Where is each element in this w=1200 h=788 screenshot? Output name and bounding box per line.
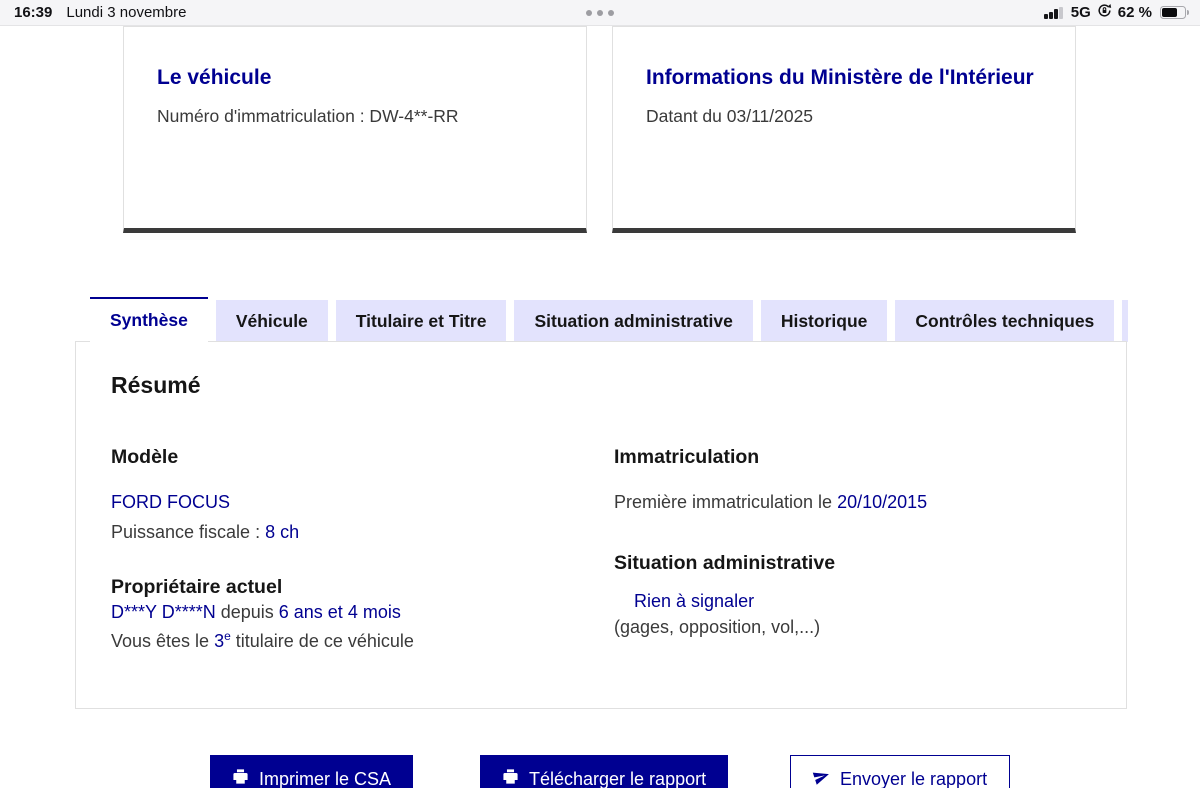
synthese-panel: Résumé Modèle FORD FOCUS Puissance fisca… [75,341,1127,709]
send-icon [812,768,830,788]
holder-rank-line: Vous êtes le 3e titulaire de ce véhicule [111,629,414,652]
download-report-label: Télécharger le rapport [529,768,707,788]
situation-detail: (gages, opposition, vol,...) [614,617,821,637]
tab-synthese[interactable]: Synthèse [90,297,208,342]
summary-heading: Résumé [111,372,201,398]
holder-rank-sup: e [224,629,231,643]
fiscal-power-label: Puissance fiscale : [111,522,266,542]
ministry-card: Informations du Ministère de l'Intérieur… [612,26,1076,233]
cellular-signal-icon [1044,6,1063,19]
model-name: FORD FOCUS [111,492,230,512]
print-csa-button[interactable]: Imprimer le CSA [210,755,414,788]
situation-status: Rien à signaler [634,591,755,611]
fiscal-power-line: Puissance fiscale : 8 ch [111,522,299,543]
tab-situation-administrative[interactable]: Situation administrative [514,300,753,342]
status-bar: 16:39 Lundi 3 novembre 5G 62 % [0,0,1200,26]
holder-prefix: Vous êtes le [111,631,215,651]
tab-controles-techniques[interactable]: Contrôles techniques [895,300,1115,342]
vehicle-card: Le véhicule Numéro d'immatriculation : D… [123,26,587,233]
printer-icon [502,768,519,788]
network-type: 5G [1070,4,1091,21]
owner-name: D***Y D****N [111,602,216,622]
printer-icon [232,768,249,788]
battery-percent: 62 % [1117,4,1152,21]
send-report-button[interactable]: Envoyer le rapport [790,755,1011,788]
holder-rank: 3 [214,631,225,651]
owner-since-value: 6 ans et 4 mois [278,602,401,622]
vehicle-card-registration: Numéro d'immatriculation : DW-4**-RR [157,105,459,126]
tab-historique[interactable]: Historique [760,300,888,342]
tab-titulaire-et-titre[interactable]: Titulaire et Titre [335,300,507,342]
situation-heading: Situation administrative [614,552,836,574]
owner-line: D***Y D****N depuis 6 ans et 4 mois [111,602,401,623]
multitasking-indicator-icon [586,9,614,16]
ministry-card-date: Datant du 03/11/2025 [646,105,814,126]
vehicle-card-title: Le véhicule [157,66,272,89]
model-heading: Modèle [111,446,179,468]
tab-kilometrage[interactable]: Kilométrage [1122,300,1128,342]
orientation-lock-icon [1097,3,1112,22]
print-csa-label: Imprimer le CSA [259,768,392,788]
first-registration-label: Première immatriculation le [614,492,838,512]
owner-since-label: depuis [215,602,279,622]
ministry-card-title: Informations du Ministère de l'Intérieur [646,66,1034,89]
registration-heading: Immatriculation [614,446,760,468]
status-date: Lundi 3 novembre [66,4,187,21]
screen: 16:39 Lundi 3 novembre 5G 62 % Le véhicu… [0,0,1200,788]
owner-heading: Propriétaire actuel [111,576,283,598]
send-report-label: Envoyer le rapport [840,768,988,788]
holder-suffix: titulaire de ce véhicule [230,631,414,651]
fiscal-power-value: 8 ch [265,522,300,542]
tab-vehicule[interactable]: Véhicule [215,300,328,342]
first-registration-line: Première immatriculation le 20/10/2015 [614,492,927,513]
status-time: 16:39 [14,4,53,21]
tab-strip: Synthèse Véhicule Titulaire et Titre Sit… [90,297,1128,342]
first-registration-date: 20/10/2015 [837,492,928,512]
download-report-button[interactable]: Télécharger le rapport [480,755,729,788]
battery-icon [1160,6,1189,19]
